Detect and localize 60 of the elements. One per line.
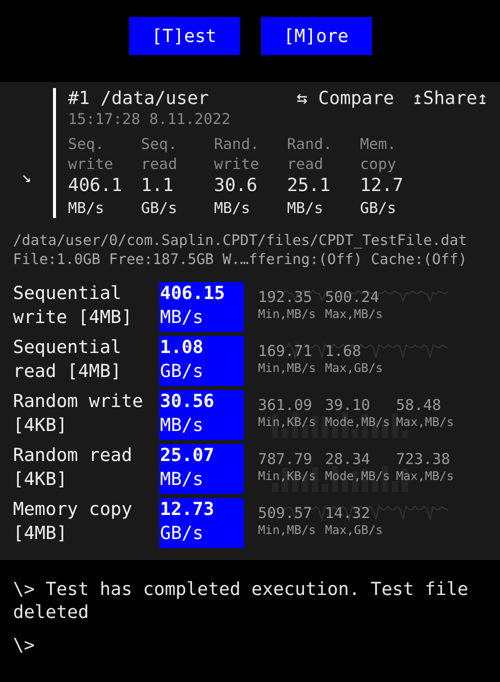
file-info: File:1.0GB Free:187.5GB W.…ffering:(Off) Cache:(Off) (13, 251, 468, 270)
stat-label: Min,KB/s (258, 414, 317, 430)
stat-value: 500.24 (325, 288, 380, 306)
stat-label: Max,MB/s (396, 468, 454, 484)
stat-label: Min,MB/s (258, 306, 317, 322)
menu-button[interactable]: [T]est (128, 17, 240, 55)
test-name: Random write [4KB] (12, 390, 144, 438)
stat-value: 787.79 (258, 450, 314, 468)
console-line: \> Test has completed execution. Test file deleted (13, 578, 470, 624)
stat-label: Min,MB/s (258, 522, 317, 538)
file-path: /data/user/0/com.Saplin.CPDT/files/CPDT_TestFile.dat (13, 232, 468, 251)
result-value: 30.56 MB/s (159, 390, 244, 440)
stat-label: Max,MB/s (325, 306, 384, 322)
summary-value: 30.6 (214, 174, 258, 198)
test-name: Random read [4KB] (12, 444, 134, 492)
result-value: 25.07 MB/s (159, 444, 244, 494)
summary-label: Rand. write (214, 134, 260, 174)
stat-label: Min,KB/s (258, 468, 317, 484)
stat-value: 192.35 (258, 288, 314, 306)
stat-label: Max,GB/s (325, 522, 384, 538)
stat-label: Max,MB/s (396, 414, 454, 430)
compare-button[interactable]: ⇆ Compare (296, 88, 394, 110)
test-name: Memory copy [4MB] (12, 498, 134, 546)
stat-label: Mode,MB/s (325, 414, 390, 430)
stat-value: 509.57 (258, 504, 314, 522)
test-name: Sequential write [4MB] (12, 282, 134, 330)
stat-value: 58.48 (396, 396, 442, 414)
summary-label: Mem. copy (360, 134, 398, 174)
summary-label: Rand. read (287, 134, 334, 174)
summary-label: Seq. read (141, 134, 178, 174)
stat-value: 28.34 (325, 450, 372, 468)
summary-label: Seq. write (68, 134, 114, 174)
stat-value: 361.09 (258, 396, 314, 414)
stat-label: Mode,MB/s (325, 468, 390, 484)
share-button[interactable]: ↥Share↥ (412, 88, 488, 110)
result-value: 1.08 GB/s (159, 336, 244, 386)
stat-value: 169.71 (258, 342, 314, 360)
summary-value: 12.7 (360, 174, 404, 198)
summary-value: 25.1 (287, 174, 332, 198)
result-title: #1 /data/user (68, 88, 210, 110)
summary-value: 406.1 (68, 174, 124, 198)
stat-label: Min,MB/s (258, 360, 317, 376)
test-name: Sequential read [4MB] (12, 336, 122, 384)
summary-unit: GB/s (141, 198, 178, 218)
expand-icon[interactable]: ↘ (22, 167, 32, 186)
console-line: \> (13, 634, 36, 657)
summary-unit: MB/s (287, 198, 324, 218)
summary-value: 1.1 (141, 174, 175, 198)
result-value: 12.73 GB/s (159, 498, 244, 548)
stat-value: 14.32 (325, 504, 372, 522)
stat-value: 1.68 (325, 342, 362, 360)
summary-unit: GB/s (360, 198, 398, 218)
summary-unit: MB/s (214, 198, 252, 218)
stat-value: 723.38 (396, 450, 452, 468)
timestamp: 15:17:28 8.11.2022 (68, 110, 232, 128)
stat-value: 39.10 (325, 396, 372, 414)
summary-unit: MB/s (68, 198, 106, 218)
stat-label: Max,GB/s (325, 360, 384, 376)
result-value: 406.15 MB/s (159, 282, 244, 332)
menu-button[interactable]: [M]ore (260, 17, 372, 55)
